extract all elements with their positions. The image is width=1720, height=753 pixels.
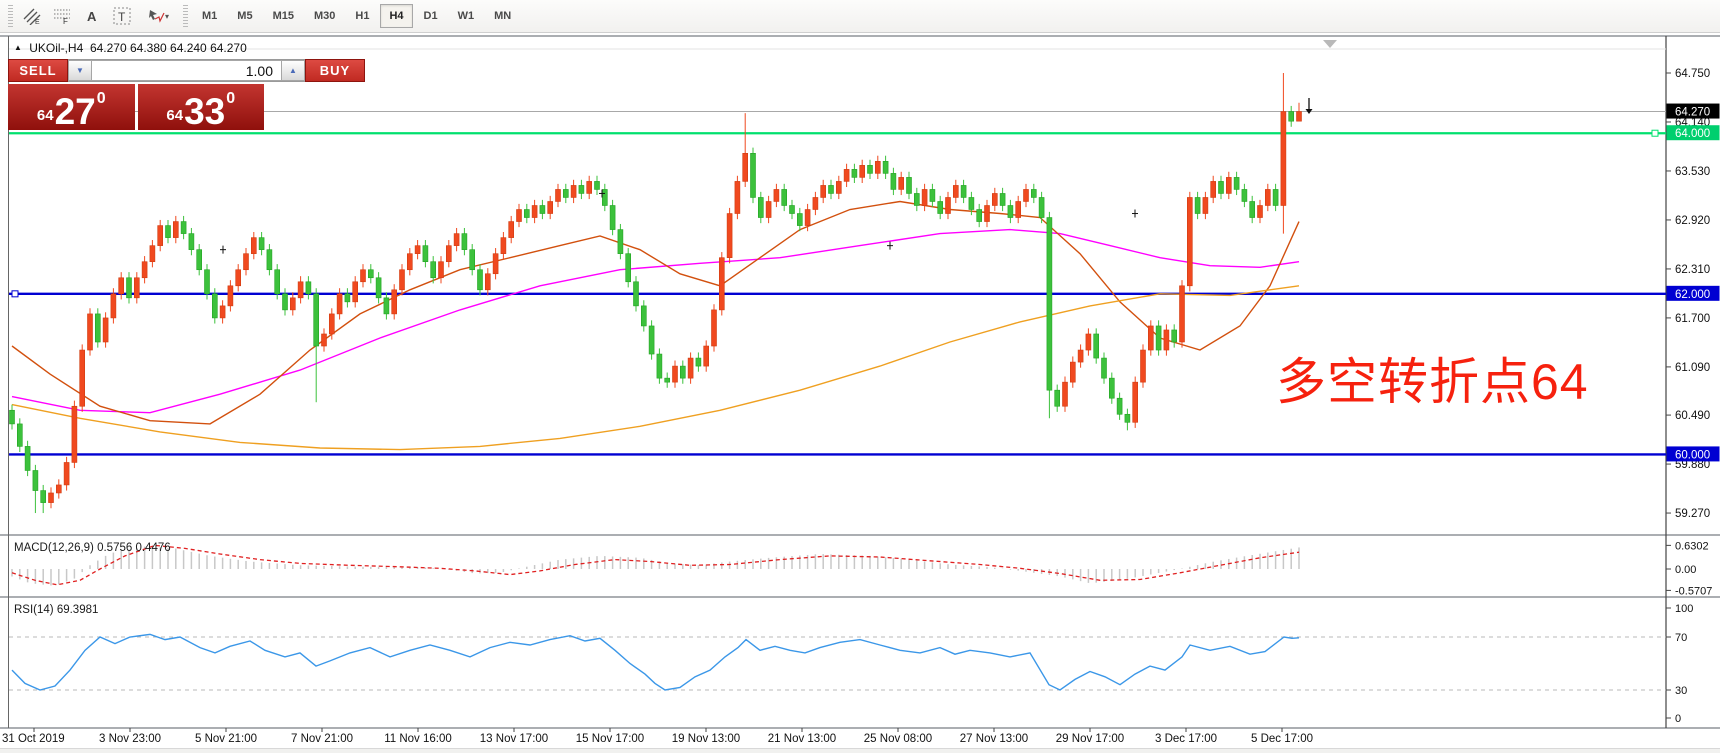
svg-text:59.270: 59.270 bbox=[1675, 508, 1710, 520]
time-axis-label: 5 Dec 17:00 bbox=[1251, 733, 1313, 745]
status-bar bbox=[0, 748, 1720, 753]
time-axis-label: 19 Nov 13:00 bbox=[672, 733, 740, 745]
symbol-title: UKOil-,H4 bbox=[29, 41, 83, 55]
line-handle[interactable] bbox=[12, 291, 18, 297]
macd-signal-line bbox=[12, 545, 1299, 584]
svg-text:62.920: 62.920 bbox=[1675, 215, 1710, 227]
time-axis-label: 31 Oct 2019 bbox=[2, 733, 65, 745]
time-axis-label: 29 Nov 17:00 bbox=[1056, 733, 1124, 745]
svg-text:62.310: 62.310 bbox=[1675, 264, 1710, 276]
timeframe-button-m1[interactable]: M1 bbox=[193, 4, 226, 28]
svg-text:64.750: 64.750 bbox=[1675, 68, 1710, 80]
time-axis-label: 15 Nov 17:00 bbox=[576, 733, 644, 745]
time-axis-label: 25 Nov 08:00 bbox=[864, 733, 932, 745]
svg-text:62.000: 62.000 bbox=[1675, 289, 1710, 301]
chart-text-annotation[interactable]: 多空转折点64 bbox=[1276, 342, 1589, 414]
time-axis-label: 3 Dec 17:00 bbox=[1155, 733, 1217, 745]
ask-pips: 33 bbox=[184, 97, 225, 127]
text-label-icon[interactable]: A bbox=[78, 3, 106, 29]
svg-text:61.090: 61.090 bbox=[1675, 362, 1710, 374]
svg-text:30: 30 bbox=[1675, 685, 1687, 697]
chart-shift-marker-icon bbox=[1323, 40, 1337, 48]
volume-increase-button[interactable]: ▲ bbox=[281, 60, 305, 81]
equidistant-channel-icon[interactable]: E bbox=[18, 3, 46, 29]
ohlc-values: 64.270 64.380 64.240 64.270 bbox=[90, 41, 247, 55]
timeframe-button-h4[interactable]: H4 bbox=[380, 4, 412, 28]
time-axis-label: 3 Nov 23:00 bbox=[99, 733, 161, 745]
ask-price-tile[interactable]: 64 33 0 bbox=[138, 84, 265, 130]
main-toolbar: E F A T ▾ M1M5M15M30H1H4D1W1MN bbox=[0, 0, 1720, 33]
timeframe-button-w1[interactable]: W1 bbox=[449, 4, 484, 28]
svg-text:64.270: 64.270 bbox=[1675, 107, 1710, 119]
svg-text:63.530: 63.530 bbox=[1675, 166, 1710, 178]
timeframe-button-m30[interactable]: M30 bbox=[305, 4, 344, 28]
timeframe-button-h1[interactable]: H1 bbox=[346, 4, 378, 28]
svg-text:64.000: 64.000 bbox=[1675, 128, 1710, 140]
symbol-ohlc-header: ▲ UKOil-,H4 64.270 64.380 64.240 64.270 bbox=[14, 41, 247, 55]
time-axis-label: 7 Nov 21:00 bbox=[291, 733, 353, 745]
svg-text:A: A bbox=[87, 9, 97, 24]
svg-text:0.00: 0.00 bbox=[1675, 564, 1696, 576]
volume-input[interactable] bbox=[92, 60, 281, 81]
bid-price-tile[interactable]: 64 27 0 bbox=[8, 84, 135, 130]
ask-whole: 64 bbox=[166, 108, 183, 123]
svg-text:61.700: 61.700 bbox=[1675, 313, 1710, 325]
svg-text:70: 70 bbox=[1675, 632, 1687, 644]
toolbar-separator bbox=[183, 5, 188, 27]
rsi-line bbox=[12, 634, 1299, 690]
buy-button[interactable]: BUY bbox=[305, 59, 365, 82]
bid-point: 0 bbox=[97, 91, 106, 107]
timeframe-button-m5[interactable]: M5 bbox=[228, 4, 261, 28]
svg-text:E: E bbox=[35, 19, 40, 25]
one-click-trade-panel: SELL ▼ ▲ BUY 64 27 0 64 33 0 bbox=[8, 59, 264, 130]
volume-decrease-button[interactable]: ▼ bbox=[68, 60, 92, 81]
svg-text:0: 0 bbox=[1675, 713, 1681, 725]
svg-text:T: T bbox=[118, 10, 126, 24]
bid-pips: 27 bbox=[55, 97, 96, 127]
arrows-icon[interactable]: ▾ bbox=[138, 3, 178, 29]
sell-button[interactable]: SELL bbox=[8, 59, 68, 82]
rsi-indicator-label: RSI(14) 69.3981 bbox=[14, 604, 98, 616]
svg-text:60.000: 60.000 bbox=[1675, 449, 1710, 461]
one-click-trading-toggle-icon[interactable]: ▲ bbox=[14, 43, 22, 52]
svg-text:60.490: 60.490 bbox=[1675, 410, 1710, 422]
ma-fast-red bbox=[12, 202, 1299, 424]
timeframe-button-group: M1M5M15M30H1H4D1W1MN bbox=[192, 4, 521, 28]
svg-text:0.6302: 0.6302 bbox=[1675, 540, 1709, 552]
time-axis-label: 21 Nov 13:00 bbox=[768, 733, 836, 745]
svg-text:-0.5707: -0.5707 bbox=[1675, 585, 1712, 597]
line-handle[interactable] bbox=[1652, 130, 1658, 136]
timeframe-button-m15[interactable]: M15 bbox=[264, 4, 303, 28]
ma-mid-magenta bbox=[12, 230, 1299, 413]
toolbar-drag-handle[interactable] bbox=[8, 5, 13, 27]
time-axis-label: 27 Nov 13:00 bbox=[960, 733, 1028, 745]
text-box-icon[interactable]: T bbox=[108, 3, 136, 29]
trading-platform-window: E F A T ▾ M1M5M15M30H1H4D1W1MN 64.750 64.… bbox=[0, 0, 1720, 753]
macd-indicator-label: MACD(12,26,9) 0.5756 0.4476 bbox=[14, 542, 171, 554]
volume-stepper: ▼ ▲ bbox=[68, 59, 305, 82]
svg-text:F: F bbox=[63, 17, 68, 25]
chevron-down-icon: ▾ bbox=[165, 12, 169, 21]
ask-point: 0 bbox=[226, 91, 235, 107]
time-axis-label: 11 Nov 16:00 bbox=[384, 733, 452, 745]
bid-whole: 64 bbox=[37, 108, 54, 123]
svg-text:100: 100 bbox=[1675, 603, 1693, 615]
timeframe-button-d1[interactable]: D1 bbox=[415, 4, 447, 28]
time-axis-label: 5 Nov 21:00 bbox=[195, 733, 257, 745]
fibonacci-icon[interactable]: F bbox=[48, 3, 76, 29]
time-axis-label: 13 Nov 17:00 bbox=[480, 733, 548, 745]
timeframe-button-mn[interactable]: MN bbox=[485, 4, 520, 28]
